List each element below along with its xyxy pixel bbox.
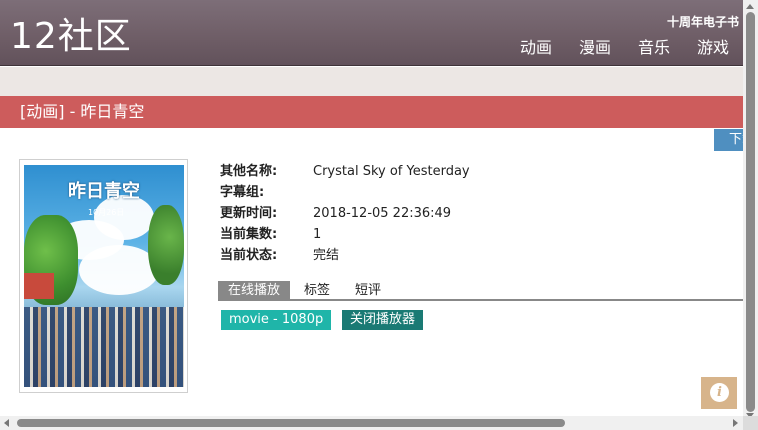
info-icon: i — [710, 383, 729, 402]
poster-title-text: 昨日青空 — [68, 181, 140, 202]
detail-row: 当前状态: 完结 — [220, 247, 470, 268]
detail-value: 完结 — [313, 248, 340, 263]
detail-row: 其他名称: Crystal Sky of Yesterday — [220, 163, 470, 184]
horizontal-scroll-thumb[interactable] — [17, 419, 565, 427]
detail-value: 2018-12-05 22:36:49 — [313, 206, 452, 221]
detail-key: 更新时间: — [220, 206, 278, 221]
source-movie-1080p-button[interactable]: movie - 1080p — [221, 310, 332, 330]
download-button[interactable]: 下载 — [714, 129, 743, 151]
detail-row: 更新时间: 2018-12-05 22:36:49 — [220, 205, 470, 226]
info-button[interactable]: i — [701, 377, 737, 409]
site-logo[interactable]: 12社区 — [10, 15, 132, 59]
content-tabs: 在线播放 标签 短评 — [218, 281, 743, 301]
page-title: [动画] - 昨日青空 — [20, 102, 145, 121]
detail-key: 其他名称: — [220, 164, 278, 179]
horizontal-scrollbar[interactable] — [0, 416, 743, 430]
detail-value: 1 — [313, 227, 322, 242]
site-header: 12社区 十周年电子书 动画 漫画 音乐 游戏 — [0, 0, 743, 66]
vertical-scrollbar[interactable] — [743, 0, 758, 430]
nav-item-game[interactable]: 游戏 — [697, 38, 729, 58]
scroll-left-icon[interactable] — [4, 419, 9, 427]
vertical-scroll-thumb[interactable] — [746, 12, 755, 412]
nav-item-music[interactable]: 音乐 — [638, 38, 670, 58]
poster-image[interactable]: 昨日青空 10月26日 — [24, 165, 184, 387]
scroll-up-icon[interactable] — [746, 4, 754, 9]
poster-frame: 昨日青空 10月26日 — [19, 159, 188, 393]
main-nav: 动画 漫画 音乐 游戏 — [493, 38, 729, 58]
title-bar: [动画] - 昨日青空 — [0, 96, 743, 128]
detail-key: 字幕组: — [220, 185, 265, 200]
close-player-button[interactable]: 关闭播放器 — [342, 310, 424, 330]
scrollbar-corner — [743, 416, 758, 430]
detail-list: 其他名称: Crystal Sky of Yesterday 字幕组: 更新时间… — [220, 163, 470, 268]
tab-tags[interactable]: 标签 — [304, 281, 330, 300]
detail-row: 当前集数: 1 — [220, 226, 470, 247]
poster-date-text: 10月26日 — [88, 208, 125, 217]
nav-item-anime[interactable]: 动画 — [520, 38, 552, 58]
tab-reviews[interactable]: 短评 — [355, 281, 381, 300]
detail-key: 当前集数: — [220, 227, 278, 242]
nav-item-comic[interactable]: 漫画 — [579, 38, 611, 58]
tab-online-play[interactable]: 在线播放 — [218, 281, 291, 300]
detail-value: Crystal Sky of Yesterday — [313, 164, 470, 179]
sub-bar — [0, 67, 743, 96]
detail-row: 字幕组: — [220, 184, 470, 205]
detail-key: 当前状态: — [220, 248, 278, 263]
scroll-right-icon[interactable] — [733, 419, 738, 427]
ebook-link[interactable]: 十周年电子书 — [667, 13, 739, 30]
